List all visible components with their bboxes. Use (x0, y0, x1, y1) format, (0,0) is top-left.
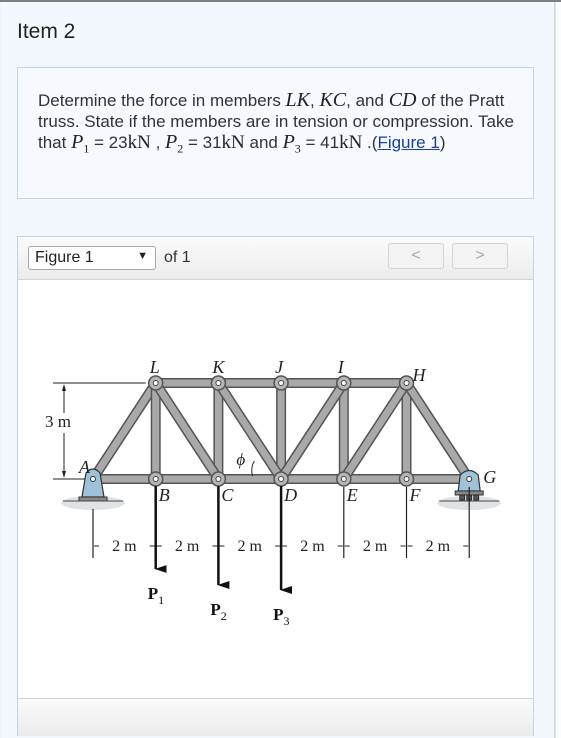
p1-unit: kN (127, 132, 151, 153)
support-pin (90, 476, 96, 482)
joint-hole (152, 380, 159, 386)
p2-symbol: P (165, 131, 178, 153)
arrowhead (62, 384, 66, 391)
angle-phi-label: ϕ (236, 450, 245, 469)
p1-value: = 23 (89, 133, 128, 152)
node-label-h: H (412, 365, 427, 385)
node-label-j: J (275, 357, 284, 377)
item-title: Item 2 (17, 20, 76, 43)
support-pin (466, 476, 473, 482)
p3-value: = 41 (300, 133, 340, 152)
joint-hole (215, 476, 222, 482)
question-text-part: ) (439, 133, 446, 152)
member-fill (152, 379, 222, 483)
question-text-part: .( (362, 133, 378, 152)
question-text-part: and (244, 133, 283, 152)
span-label: 2 m (175, 538, 200, 555)
joint-hole (403, 380, 410, 386)
scrollbar-track[interactable] (555, 2, 561, 738)
p2-value: = 31 (183, 133, 222, 152)
figure-count-label: of 1 (164, 249, 191, 266)
joint-hole (152, 476, 159, 482)
figure-viewer: Figure 1 ▼ of 1 < > 3 m 2 m 2 m 2 m 2 m 2 m 2 … (17, 236, 534, 736)
span-label: 2 m (426, 538, 451, 555)
previous-figure-button[interactable]: < (388, 243, 444, 269)
span-label: 2 m (363, 538, 388, 555)
joint-hole (340, 476, 347, 482)
joint-hole (215, 380, 222, 386)
span-label: 2 m (112, 538, 137, 555)
question-text-part: , (150, 133, 166, 152)
joint-hole (278, 380, 285, 386)
p2-unit: kN (221, 132, 245, 153)
p1-symbol: P (71, 131, 84, 153)
node-label-b: B (159, 485, 170, 505)
figure-image: 3 m 2 m 2 m 2 m 2 m 2 m 2 m P1 P2 P3 L K J I H A G B C D E… (18, 280, 533, 698)
question-text-part: , and (346, 91, 389, 110)
truss-diagram: 3 m 2 m 2 m 2 m 2 m 2 m 2 m P1 P2 P3 L K J I H A G B C D E… (45, 357, 502, 628)
member-lk: LK (285, 89, 311, 111)
load-subscript: 3 (283, 614, 289, 628)
roller (459, 494, 466, 501)
load-subscript: 1 (158, 593, 164, 607)
member-fill (403, 379, 473, 483)
node-label-d: D (283, 485, 297, 505)
node-label-i: I (337, 357, 345, 377)
span-label: 2 m (300, 538, 325, 555)
figure-select-value: Figure 1 (35, 249, 94, 266)
p3-symbol: P (282, 131, 295, 153)
load-label-p1: P1 (148, 584, 164, 607)
figure-footer (18, 698, 533, 736)
load-label-p2: P2 (210, 600, 226, 623)
node-label-a: A (78, 457, 91, 477)
member-fill (214, 379, 285, 483)
chevron-right-icon: > (475, 247, 485, 264)
node-label-g: G (483, 467, 496, 487)
joint-hole (340, 380, 347, 386)
node-label-e: E (346, 485, 358, 505)
angle-arc (251, 460, 255, 477)
span-label: 2 m (238, 538, 263, 555)
joint-hole (278, 476, 285, 482)
node-label-l: L (149, 357, 160, 377)
figure-toolbar: Figure 1 ▼ of 1 < > (18, 237, 533, 280)
node-label-k: K (211, 357, 225, 377)
arrowhead (62, 471, 66, 478)
figure-select[interactable]: Figure 1 ▼ (28, 246, 156, 270)
figure-link[interactable]: Figure 1 (377, 133, 439, 152)
joint-hole (403, 476, 410, 482)
member-fill (277, 379, 348, 483)
chevron-left-icon: < (411, 247, 421, 264)
load-label-p3: P3 (273, 605, 289, 628)
question-text-part: Determine the force in members (38, 91, 286, 110)
question-text: Determine the force in members LK, KC, a… (38, 90, 518, 159)
support-base (78, 496, 108, 502)
height-label: 3 m (45, 412, 71, 431)
member-fill (340, 379, 410, 483)
node-label-f: F (409, 485, 422, 505)
member-kc: KC (319, 89, 347, 111)
load-subscript: 2 (221, 609, 227, 623)
next-figure-button[interactable]: > (452, 243, 508, 269)
roller (473, 494, 480, 501)
member-fill (89, 379, 160, 483)
member-cd: CD (388, 89, 417, 111)
node-label-c: C (221, 485, 234, 505)
question-box: Determine the force in members LK, KC, a… (17, 67, 534, 199)
p3-unit: kN (339, 132, 363, 153)
dropdown-arrow-icon: ▼ (137, 250, 148, 262)
